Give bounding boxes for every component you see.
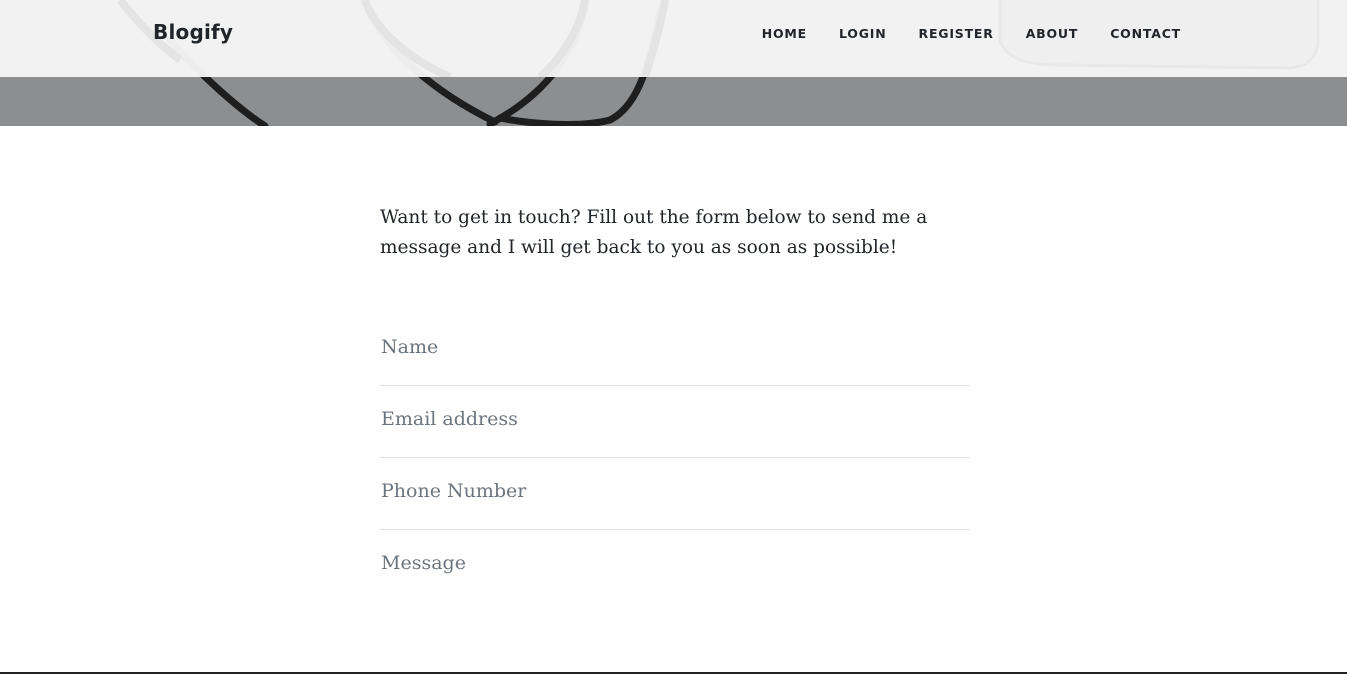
nav-links: HOME LOGIN REGISTER ABOUT CONTACT (762, 26, 1181, 42)
message-field-group (380, 530, 970, 601)
nav-item-about[interactable]: ABOUT (1026, 26, 1079, 42)
email-input[interactable] (380, 408, 969, 430)
contact-form (380, 314, 970, 601)
contact-intro-section: Want to get in touch? Fill out the form … (380, 203, 970, 263)
message-textarea[interactable] (380, 552, 969, 596)
nav-item-contact[interactable]: CONTACT (1110, 26, 1181, 42)
brand-logo[interactable]: Blogify (153, 20, 233, 44)
email-field-group (380, 386, 970, 458)
nav-item-login[interactable]: LOGIN (839, 26, 887, 42)
name-field-group (380, 314, 970, 386)
nav-item-home[interactable]: HOME (762, 26, 807, 42)
navbar: Blogify HOME LOGIN REGISTER ABOUT CONTAC… (0, 0, 1347, 77)
phone-field-group (380, 458, 970, 530)
nav-item-register[interactable]: REGISTER (919, 26, 994, 42)
phone-input[interactable] (380, 480, 969, 502)
name-input[interactable] (380, 336, 969, 358)
contact-intro-text: Want to get in touch? Fill out the form … (380, 207, 928, 258)
